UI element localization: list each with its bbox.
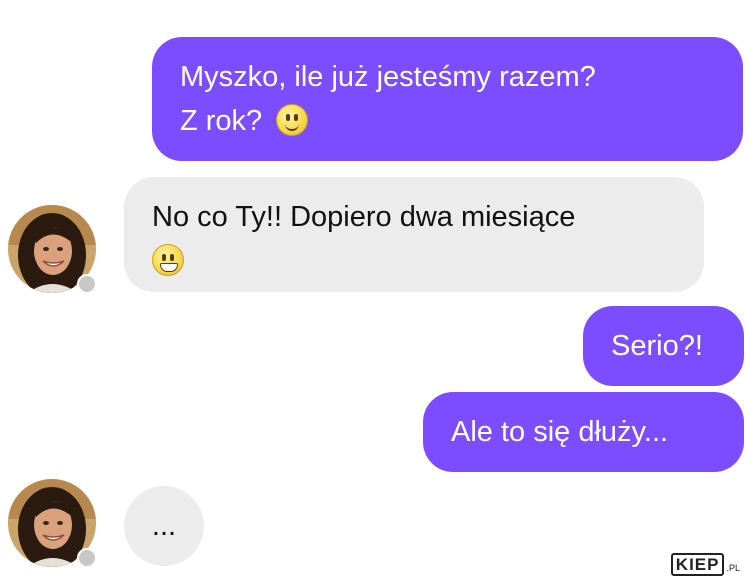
message-text: Myszko, ile już jesteśmy razem? bbox=[180, 61, 596, 93]
grinning-face-icon bbox=[152, 244, 184, 276]
chat-thread: Myszko, ile już jesteśmy razem? Z rok? N… bbox=[0, 0, 750, 583]
status-badge bbox=[77, 274, 97, 294]
outgoing-message-bubble[interactable]: Serio?! bbox=[583, 306, 744, 386]
message-text: Serio?! bbox=[611, 330, 703, 362]
status-badge bbox=[77, 548, 97, 568]
outgoing-message-bubble[interactable]: Ale to się dłuży... bbox=[423, 392, 744, 472]
message-text: No co Ty!! Dopiero dwa miesiące bbox=[152, 201, 576, 233]
incoming-message-bubble[interactable]: No co Ty!! Dopiero dwa miesiące bbox=[124, 177, 704, 292]
message-text-line bbox=[152, 239, 676, 283]
message-text: Ale to się dłuży... bbox=[451, 416, 669, 448]
watermark-logo: KIEP .PL bbox=[670, 552, 740, 576]
slightly-smiling-face-icon bbox=[276, 104, 309, 136]
message-text-line: Z rok? bbox=[180, 99, 715, 143]
outgoing-message-bubble[interactable]: Myszko, ile już jesteśmy razem? Z rok? bbox=[152, 37, 743, 161]
watermark-text: KIEP bbox=[670, 552, 725, 576]
watermark-tld: .PL bbox=[726, 563, 740, 573]
typing-indicator-bubble: ... bbox=[124, 486, 204, 566]
message-text: Z rok? bbox=[180, 105, 263, 137]
message-text: ... bbox=[151, 510, 177, 542]
